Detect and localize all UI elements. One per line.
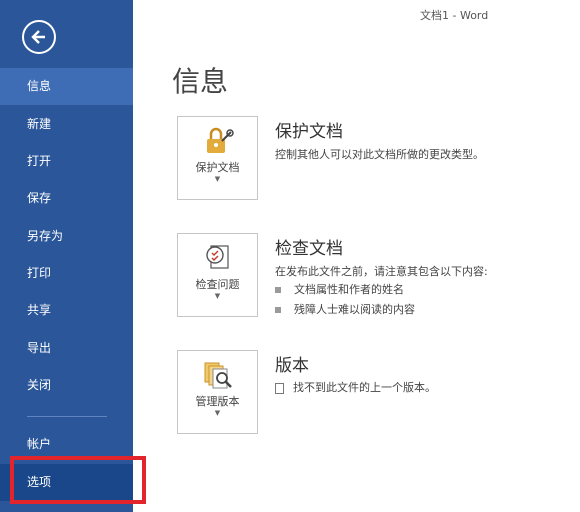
sidebar-item-share[interactable]: 共享 [0,292,133,329]
versions-section-title: 版本 [275,356,309,376]
protect-document-button[interactable]: 保护文档 ▼ [177,116,258,200]
versions-info: 找不到此文件的上一个版本。 [275,379,436,395]
inspect-bullet-text: 残障人士难以阅读的内容 [294,303,415,316]
check-for-issues-button[interactable]: 检查问题 ▼ [177,233,258,317]
backstage-sidebar: 信息 新建 打开 保存 另存为 打印 共享 导出 关闭 帐户 选项 [0,0,133,512]
sidebar-item-close[interactable]: 关闭 [0,367,133,404]
inspect-bullet-item: 文档属性和作者的姓名 [275,281,404,297]
chevron-down-icon: ▼ [214,409,221,417]
page-title: 信息 [172,65,229,98]
sidebar-divider [27,416,107,417]
back-button[interactable] [22,20,56,54]
bullet-square-icon [275,307,281,313]
chevron-down-icon: ▼ [214,175,221,183]
protect-section-description: 控制其他人可以对此文档所做的更改类型。 [275,148,484,161]
bullet-square-icon [275,287,281,293]
manage-versions-button[interactable]: 管理版本 ▼ [177,350,258,434]
inspect-section-description: 在发布此文件之前，请注意其包含以下内容: [275,265,488,278]
options-highlight-box [10,456,146,504]
sidebar-item-save[interactable]: 保存 [0,180,133,217]
sidebar-item-open[interactable]: 打开 [0,143,133,180]
inspect-bullet-item: 残障人士难以阅读的内容 [275,301,415,317]
protect-section-title: 保护文档 [275,122,343,142]
document-icon [275,382,284,394]
inspect-section-title: 检查文档 [275,239,343,259]
sidebar-item-info[interactable]: 信息 [0,68,133,105]
sidebar-item-print[interactable]: 打印 [0,255,133,292]
chevron-down-icon: ▼ [214,292,221,300]
versions-info-text: 找不到此文件的上一个版本。 [293,381,436,394]
lock-key-icon [207,127,234,153]
sidebar-item-save-as[interactable]: 另存为 [0,218,133,255]
inspect-bullet-text: 文档属性和作者的姓名 [294,283,404,296]
protect-document-button-label: 保护文档 [195,161,240,174]
manage-versions-button-label: 管理版本 [195,395,240,408]
checklist-icon [206,245,229,269]
sidebar-item-new[interactable]: 新建 [0,106,133,143]
documents-magnifier-icon [204,362,232,389]
window-title: 文档1 - Word [420,9,489,22]
sidebar-item-export[interactable]: 导出 [0,330,133,367]
back-arrow-icon [31,30,45,44]
check-for-issues-button-label: 检查问题 [195,278,240,291]
